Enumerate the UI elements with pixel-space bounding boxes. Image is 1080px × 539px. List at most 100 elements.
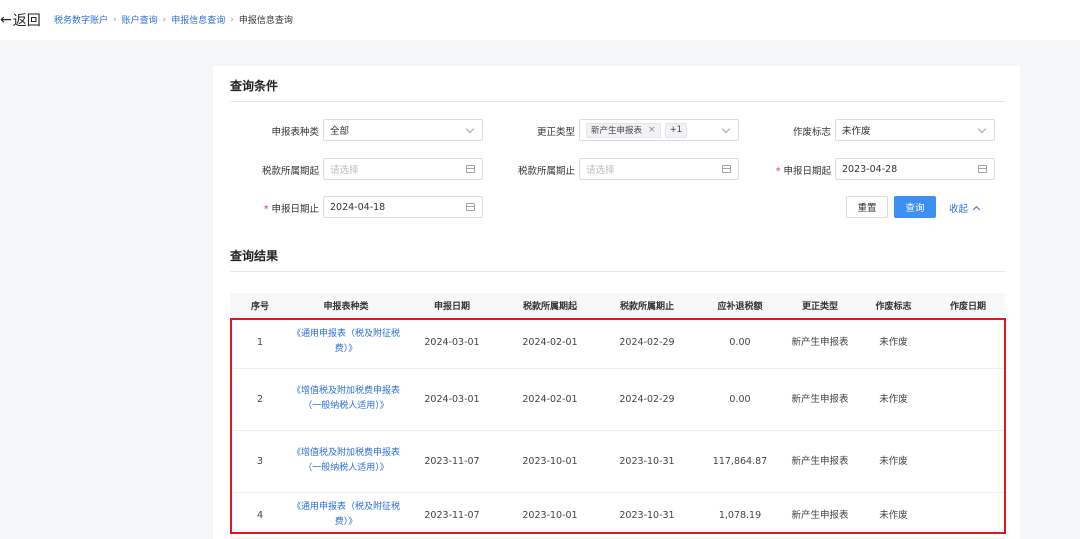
cell-period-start: 2023-10-01 xyxy=(522,455,578,467)
report-date-end-label-text: 申报日期止 xyxy=(271,204,319,215)
cell-period-end: 2023-10-31 xyxy=(619,455,675,467)
tax-period-start-input[interactable]: 请选择 xyxy=(323,158,483,180)
report-type-link[interactable]: 《通用申报表（税及附征税费）》 xyxy=(290,492,402,538)
correction-type-more-badge: +1 xyxy=(664,122,688,138)
divider xyxy=(230,101,1005,102)
calendar-icon xyxy=(978,165,987,173)
cell-correction: 新产生申报表 xyxy=(791,455,849,467)
column-header-correction: 更正类型 xyxy=(801,301,838,312)
breadcrumb-item-account-query[interactable]: 账户查询 xyxy=(122,13,158,26)
close-icon[interactable]: × xyxy=(648,125,656,135)
column-header-report-date: 申报日期 xyxy=(433,301,470,312)
breadcrumb-separator-icon: › xyxy=(162,14,167,25)
cell-correction: 新产生申报表 xyxy=(791,336,849,348)
breadcrumb-item-tax-account[interactable]: 税务数字账户 xyxy=(54,13,108,26)
calendar-icon xyxy=(466,203,475,211)
cell-amount: 1,078.19 xyxy=(718,509,762,521)
cell-period-end: 2024-02-29 xyxy=(619,393,675,405)
column-header-void-flag: 作废标志 xyxy=(875,301,912,312)
cell-amount: 0.00 xyxy=(729,336,751,348)
cell-void-flag: 未作废 xyxy=(879,336,908,348)
cell-index: 3 xyxy=(256,455,264,467)
column-header-amount: 应补退税额 xyxy=(717,301,763,312)
calendar-icon xyxy=(722,165,731,173)
report-type-label: 申报表种类 xyxy=(271,127,319,138)
chevron-down-icon xyxy=(465,124,475,134)
chevron-down-icon xyxy=(721,124,731,134)
tax-period-end-label: 税款所属期止 xyxy=(517,166,575,177)
column-header-void-date: 作废日期 xyxy=(949,301,986,312)
search-button[interactable]: 查询 xyxy=(894,196,936,218)
cell-void-date xyxy=(931,492,1005,538)
breadcrumb-item-report-query[interactable]: 申报信息查询 xyxy=(171,13,225,26)
report-date-start-label: * 申报日期起 xyxy=(753,163,831,177)
correction-type-tag-label: 新产生申报表 xyxy=(591,126,643,136)
report-type-link[interactable]: 《增值税及附加税费申报表（一般纳税人适用）》 xyxy=(290,430,402,492)
cell-void-date xyxy=(931,368,1005,430)
cell-index: 1 xyxy=(256,336,264,348)
cell-void-flag: 未作废 xyxy=(879,393,908,405)
report-type-value: 全部 xyxy=(330,126,350,137)
table-header-row: 序号 申报表种类 申报日期 税款所属期起 税款所属期止 应补退税额 更正类型 作… xyxy=(230,293,1005,317)
void-flag-label: 作废标志 xyxy=(792,127,831,138)
back-button[interactable]: ← 返回 xyxy=(0,10,41,30)
table-row: 4 《通用申报表（税及附征税费）》 2023-11-07 2023-10-01 … xyxy=(230,492,1005,538)
correction-type-label: 更正类型 xyxy=(536,127,575,138)
cell-amount: 0.00 xyxy=(729,393,751,405)
divider xyxy=(230,271,1005,272)
collapse-button[interactable]: 收起 xyxy=(949,201,981,215)
tax-period-end-placeholder: 请选择 xyxy=(586,165,615,176)
cell-period-end: 2023-10-31 xyxy=(619,509,675,521)
required-mark: * xyxy=(775,166,781,177)
column-header-period-start: 税款所属期起 xyxy=(522,301,577,312)
cell-void-flag: 未作废 xyxy=(879,509,908,521)
back-label: 返回 xyxy=(12,13,41,29)
cell-period-start: 2024-02-01 xyxy=(522,336,578,348)
report-type-select[interactable]: 全部 xyxy=(323,119,483,141)
calendar-icon xyxy=(466,165,475,173)
required-mark: * xyxy=(263,204,269,215)
report-date-end-value: 2024-04-18 xyxy=(330,201,386,213)
tax-period-end-input[interactable]: 请选择 xyxy=(579,158,739,180)
cell-report-date: 2024-03-01 xyxy=(424,393,480,405)
collapse-label: 收起 xyxy=(949,204,969,215)
cell-correction: 新产生申报表 xyxy=(791,509,849,521)
arrow-left-icon: ← xyxy=(0,12,12,28)
cell-void-date xyxy=(931,430,1005,492)
cell-report-date: 2024-03-01 xyxy=(424,336,480,348)
report-date-start-input[interactable]: 2023-04-28 xyxy=(835,158,995,180)
breadcrumb: 税务数字账户 › 账户查询 › 申报信息查询 › 申报信息查询 xyxy=(54,13,293,27)
top-bar: ← 返回 税务数字账户 › 账户查询 › 申报信息查询 › 申报信息查询 xyxy=(0,0,1080,40)
breadcrumb-separator-icon: › xyxy=(230,14,234,25)
column-header-type: 申报表种类 xyxy=(323,301,369,312)
correction-type-select[interactable]: 新产生申报表 × +1 xyxy=(579,119,739,141)
cell-period-start: 2023-10-01 xyxy=(522,509,578,521)
chevron-up-icon xyxy=(972,205,981,214)
cell-period-end: 2024-02-29 xyxy=(619,336,675,348)
cell-period-start: 2024-02-01 xyxy=(522,393,578,405)
table-row: 3 《增值税及附加税费申报表（一般纳税人适用）》 2023-11-07 2023… xyxy=(230,430,1005,492)
void-flag-value: 未作废 xyxy=(842,126,871,137)
tax-period-start-placeholder: 请选择 xyxy=(330,165,359,176)
report-type-link[interactable]: 《增值税及附加税费申报表（一般纳税人适用）》 xyxy=(290,368,402,430)
reset-button[interactable]: 重置 xyxy=(846,196,888,218)
report-date-end-input[interactable]: 2024-04-18 xyxy=(323,196,483,218)
column-header-period-end: 税款所属期止 xyxy=(619,301,674,312)
cell-index: 4 xyxy=(256,509,264,521)
chevron-down-icon xyxy=(977,124,987,134)
results-section-title: 查询结果 xyxy=(230,249,279,263)
results-table: 序号 申报表种类 申报日期 税款所属期起 税款所属期止 应补退税额 更正类型 作… xyxy=(230,293,1005,539)
breadcrumb-item-current: 申报信息查询 xyxy=(238,16,293,26)
cell-void-flag: 未作废 xyxy=(879,455,908,467)
column-header-index: 序号 xyxy=(250,301,269,312)
void-flag-select[interactable]: 未作废 xyxy=(835,119,995,141)
cell-index: 2 xyxy=(256,393,264,405)
report-date-start-value: 2023-04-28 xyxy=(842,163,898,175)
report-type-link[interactable]: 《通用申报表（税及附征税费）》 xyxy=(290,317,402,368)
cell-correction: 新产生申报表 xyxy=(791,393,849,405)
report-date-start-label-text: 申报日期起 xyxy=(783,166,831,177)
report-date-end-label: * 申报日期止 xyxy=(233,201,319,215)
query-card: 查询条件 申报表种类 全部 更正类型 新产生申报表 × +1 作废标志 未作废 … xyxy=(213,66,1020,539)
table-row: 1 《通用申报表（税及附征税费）》 2024-03-01 2024-02-01 … xyxy=(230,317,1005,368)
cell-report-date: 2023-11-07 xyxy=(424,455,480,467)
